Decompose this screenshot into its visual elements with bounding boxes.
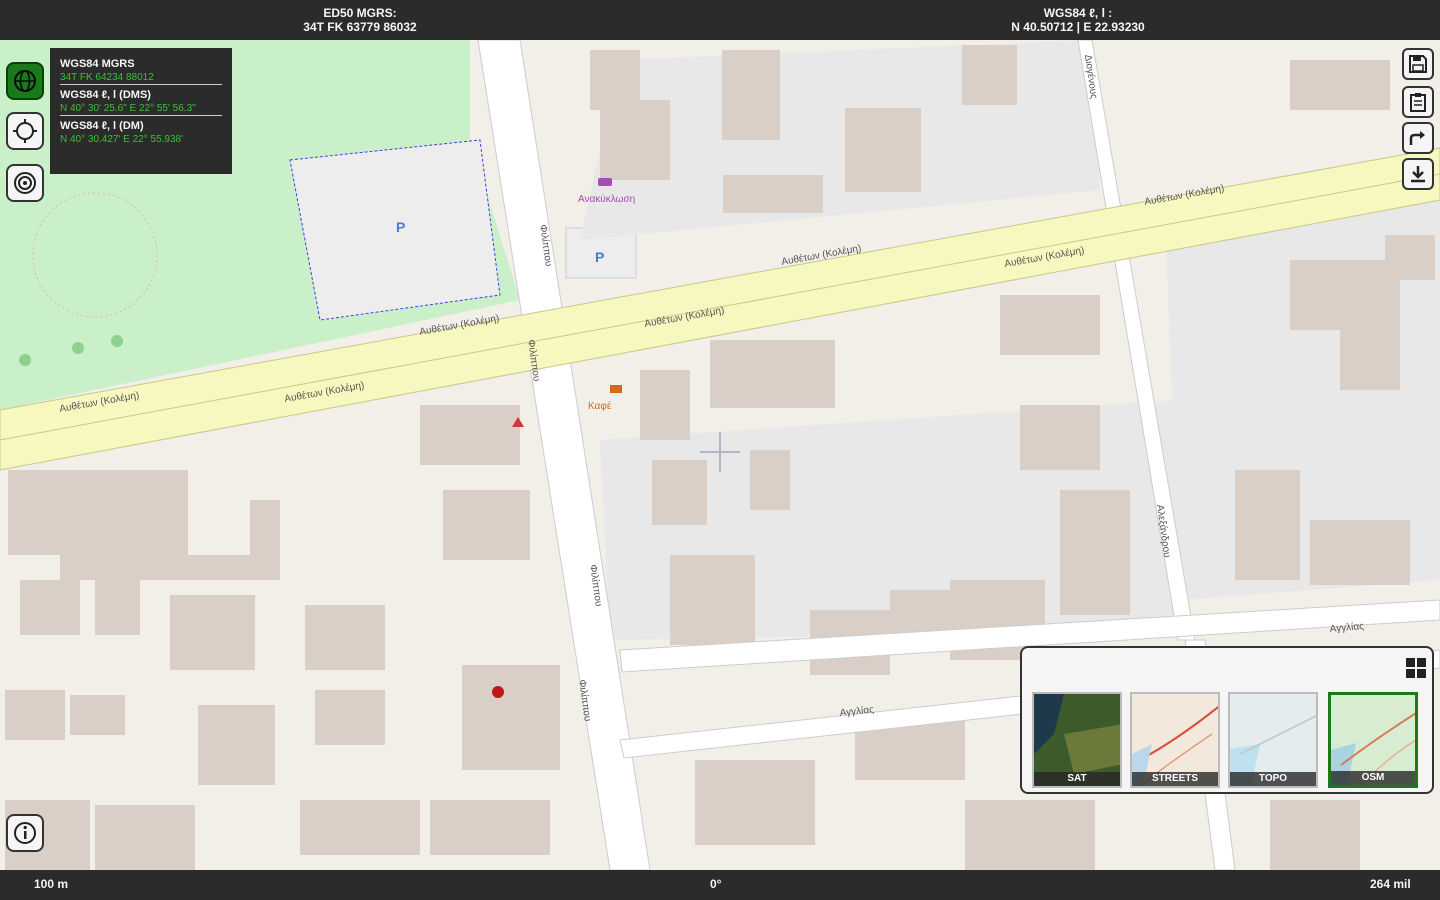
layer-label-osm: OSM bbox=[1331, 771, 1415, 785]
scale-right: 264 mil bbox=[1370, 877, 1411, 891]
coordinate-formats-panel: WGS84 MGRS 34T FK 64234 88012 WGS84 ℓ, l… bbox=[50, 48, 232, 174]
coord-value-mgrs[interactable]: 34T FK 64234 88012 bbox=[60, 71, 222, 85]
coord-value-dms[interactable]: N 40° 30' 25.6" E 22° 55' 56.3" bbox=[60, 102, 222, 116]
save-button[interactable] bbox=[1402, 48, 1434, 80]
poi-label-2: Καφέ bbox=[588, 400, 612, 412]
mgrs-value: 34T FK 63779 86032 bbox=[303, 20, 417, 34]
crosshair-icon bbox=[13, 119, 37, 143]
clipboard-button[interactable] bbox=[1402, 86, 1434, 118]
layer-thumb-topo[interactable]: TOPO bbox=[1228, 692, 1318, 788]
svg-text:P: P bbox=[396, 219, 405, 235]
top-coordinate-bar: ED50 MGRS: 34T FK 63779 86032 WGS84 ℓ, l… bbox=[0, 0, 1440, 40]
clipboard-icon bbox=[1410, 93, 1426, 112]
mgrs-title: ED50 MGRS: bbox=[323, 6, 397, 20]
share-button[interactable] bbox=[1402, 122, 1434, 154]
save-icon bbox=[1409, 55, 1427, 73]
parking-area bbox=[289, 139, 501, 321]
poi-label-1: Ανακύκλωση bbox=[578, 193, 635, 205]
wgs-value: N 40.50712 | E 22.93230 bbox=[1011, 20, 1145, 34]
globe-icon bbox=[14, 70, 36, 92]
globe-button[interactable] bbox=[6, 62, 44, 100]
bottom-scale-bar: 100 m 0° 264 mil bbox=[0, 870, 1440, 900]
info-button[interactable] bbox=[6, 814, 44, 852]
map-layer-panel: SAT STREETS TOPO OSM bbox=[1020, 646, 1434, 794]
target-icon bbox=[14, 172, 36, 194]
download-icon bbox=[1411, 166, 1425, 183]
bearing-readout: 0° bbox=[710, 877, 722, 891]
crosshair-button[interactable] bbox=[6, 112, 44, 150]
coord-value-dm[interactable]: N 40° 30.427' E 22° 55.938' bbox=[60, 133, 222, 146]
target-button[interactable] bbox=[6, 164, 44, 202]
layer-label-streets: STREETS bbox=[1132, 772, 1218, 786]
coord-title-mgrs: WGS84 MGRS bbox=[60, 58, 135, 70]
grid-icon[interactable] bbox=[1404, 656, 1428, 680]
mgrs-readout: ED50 MGRS: 34T FK 63779 86032 bbox=[210, 6, 510, 34]
download-button[interactable] bbox=[1402, 158, 1434, 190]
coord-title-dms: WGS84 ℓ, l (DMS) bbox=[60, 89, 151, 101]
layer-thumb-osm[interactable]: OSM bbox=[1328, 692, 1418, 788]
layer-thumb-sat[interactable]: SAT bbox=[1032, 692, 1122, 788]
scale-left: 100 m bbox=[34, 877, 69, 891]
coord-title-dm: WGS84 ℓ, l (DM) bbox=[60, 120, 144, 132]
share-icon bbox=[1409, 131, 1425, 145]
layer-label-topo: TOPO bbox=[1230, 772, 1316, 786]
svg-text:P: P bbox=[595, 249, 604, 265]
wgs-readout: WGS84 ℓ, l : N 40.50712 | E 22.93230 bbox=[928, 6, 1228, 34]
layer-label-sat: SAT bbox=[1034, 772, 1120, 786]
info-icon bbox=[14, 822, 36, 844]
wgs-title: WGS84 ℓ, l : bbox=[1043, 6, 1113, 20]
layer-thumb-streets[interactable]: STREETS bbox=[1130, 692, 1220, 788]
